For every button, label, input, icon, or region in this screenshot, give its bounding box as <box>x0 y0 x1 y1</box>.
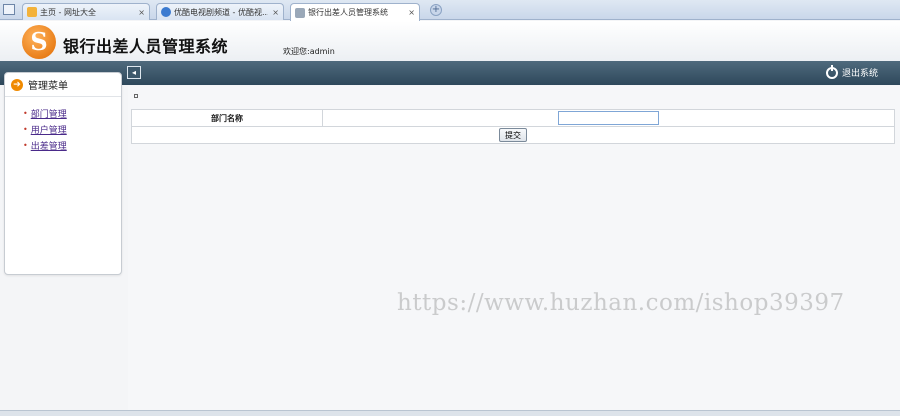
power-icon <box>825 64 838 79</box>
sidebar: ➔ 管理菜单 部门管理 用户管理 出差管理 <box>4 72 122 275</box>
tab-label: 主页 - 网址大全 <box>40 7 96 17</box>
browser-status-bar <box>0 410 900 416</box>
top-nav-bar: ◂ 退出系统 <box>0 61 900 85</box>
tab-label: 优酷电视剧频道 - 优酷视... <box>174 7 269 17</box>
sidebar-link-department[interactable]: 部门管理 <box>31 107 67 120</box>
tab-label: 银行出差人员管理系统 <box>308 8 388 17</box>
department-name-cell <box>322 109 895 127</box>
close-icon[interactable]: × <box>138 8 145 17</box>
logo-letter: S <box>30 27 48 56</box>
arrow-right-icon: ➔ <box>11 78 23 91</box>
new-tab-button[interactable]: + <box>430 4 442 16</box>
logo: S <box>22 25 56 59</box>
sidebar-link-user[interactable]: 用户管理 <box>31 123 67 136</box>
sidebar-item-user: 用户管理 <box>23 121 121 137</box>
play-icon <box>161 7 171 17</box>
site-title: 银行出差人员管理系统 <box>63 37 229 56</box>
sidebar-link-trip[interactable]: 出差管理 <box>31 139 67 152</box>
close-icon[interactable]: × <box>272 8 279 17</box>
department-form: 部门名称 提交 <box>131 109 895 144</box>
sidebar-item-trip: 出差管理 <box>23 137 121 153</box>
page-icon <box>295 7 305 18</box>
browser-tab-bar: 主页 - 网址大全 × 优酷电视剧频道 - 优酷视... × 银行出差人员管理系… <box>0 0 900 21</box>
tab-youku[interactable]: 优酷电视剧频道 - 优酷视... × <box>156 3 284 20</box>
tab-home[interactable]: 主页 - 网址大全 × <box>22 3 150 20</box>
form-row-submit: 提交 <box>131 126 895 144</box>
form-row-department: 部门名称 <box>131 109 895 127</box>
department-name-label: 部门名称 <box>131 109 323 127</box>
home-icon <box>27 7 37 17</box>
bullet-square-icon <box>134 94 138 98</box>
sidebar-menu: 部门管理 用户管理 出差管理 <box>5 97 121 153</box>
submit-cell: 提交 <box>131 126 895 144</box>
logout-label: 退出系统 <box>841 69 878 79</box>
collapse-sidebar-button[interactable]: ◂ <box>127 66 141 79</box>
tab-bank-system[interactable]: 银行出差人员管理系统 × <box>290 3 420 21</box>
logout-button[interactable]: 退出系统 <box>825 64 878 79</box>
site-header: S 银行出差人员管理系统 欢迎您:admin <box>0 21 900 61</box>
watermark: https://www.huzhan.com/ishop39397 <box>397 290 845 316</box>
close-icon[interactable]: × <box>408 8 415 17</box>
submit-button[interactable]: 提交 <box>499 128 527 142</box>
department-name-input[interactable] <box>558 111 659 125</box>
sidebar-header: ➔ 管理菜单 <box>5 73 121 97</box>
browser-menu-icon[interactable] <box>3 4 15 15</box>
sidebar-title: 管理菜单 <box>28 81 68 92</box>
main-content: 部门名称 提交 <box>128 86 900 410</box>
welcome-text: 欢迎您:admin <box>283 47 335 56</box>
sidebar-item-department: 部门管理 <box>23 105 121 121</box>
